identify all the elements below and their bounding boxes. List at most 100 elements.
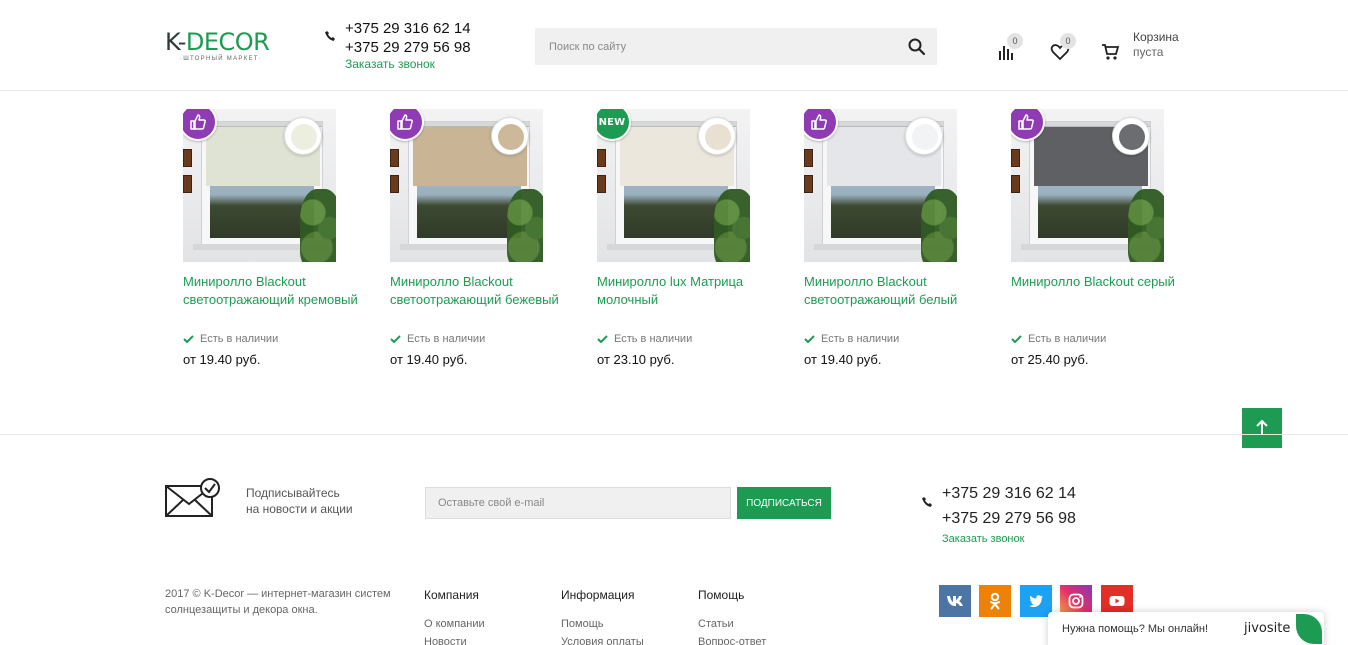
cart-button[interactable] (1099, 40, 1125, 66)
footer-callback-link[interactable]: Заказать звонок (942, 531, 1076, 547)
product-photo-picture (390, 149, 399, 167)
wishlist-button[interactable]: 0 (1048, 33, 1076, 66)
product-list: Миниролло Blackout светоотражающий кремо… (0, 91, 1348, 434)
footer-link[interactable]: Условия оплаты (561, 633, 644, 645)
logo[interactable]: K-DECOR ·ШТОРНЫЙ МАРКЕТ· (165, 28, 277, 68)
thumbs-up-icon (190, 114, 206, 130)
footer-column-company: Компания О компании Новости (424, 587, 485, 645)
product-photo-picture (804, 149, 813, 167)
stock-status: Есть в наличии (1011, 333, 1106, 345)
footer-link[interactable]: О компании (424, 615, 485, 633)
chat-widget[interactable]: Нужна помощь? Мы онлайн! jivosite (1048, 612, 1324, 645)
product-name-link[interactable]: Миниролло Blackout светоотражающий белый (804, 273, 984, 309)
product-photo-picture (183, 149, 192, 167)
logo-wordmark: K-DECOR (165, 28, 277, 56)
product-price: от 19.40 руб. (804, 352, 882, 367)
phone-icon (922, 497, 932, 507)
logo-decor: DECOR (185, 28, 270, 56)
vk-icon (947, 596, 963, 606)
footer-link[interactable]: Статьи (698, 615, 766, 633)
stock-status: Есть в наличии (597, 333, 692, 345)
product-name-link[interactable]: Миниролло lux Матрица молочный (597, 273, 777, 309)
header: K-DECOR ·ШТОРНЫЙ МАРКЕТ· +375 29 316 62 … (0, 0, 1348, 91)
product-price: от 25.40 руб. (1011, 352, 1089, 367)
subscribe-text: Подписывайтесь на новости и акции (246, 485, 353, 517)
logo-tagline: ·ШТОРНЫЙ МАРКЕТ· (179, 56, 263, 62)
instagram-icon (1068, 593, 1084, 609)
odnoklassniki-button[interactable] (979, 585, 1011, 617)
subscribe-line-2: на новости и акции (246, 502, 353, 516)
product-photo-plant (1128, 189, 1164, 262)
check-icon (1011, 335, 1022, 344)
email-field[interactable] (425, 487, 731, 519)
check-icon (183, 335, 194, 344)
search-icon[interactable] (907, 37, 927, 57)
product-name-link[interactable]: Миниролло Blackout серый (1011, 273, 1191, 291)
product-name-link[interactable]: Миниролло Blackout светоотражающий бежев… (390, 273, 570, 309)
subscribe-button[interactable]: Подписаться (737, 487, 831, 519)
fabric-swatch (491, 117, 529, 155)
fabric-swatch-color (912, 124, 938, 150)
fabric-swatch (1112, 117, 1150, 155)
jivosite-leaf-icon (1296, 614, 1322, 644)
product-price: от 19.40 руб. (183, 352, 261, 367)
cart-status[interactable]: Корзина пуста (1133, 30, 1179, 60)
product-photo-picture (597, 149, 606, 167)
product-image[interactable] (804, 109, 957, 262)
header-callback-link[interactable]: Заказать звонок (345, 57, 495, 72)
stock-label: Есть в наличии (407, 333, 486, 345)
logo-k: K- (165, 28, 186, 56)
product-price: от 23.10 руб. (597, 352, 675, 367)
fabric-swatch-color (705, 124, 731, 150)
cart-label: Корзина (1133, 30, 1179, 44)
footer-link[interactable]: Вопрос-ответ (698, 633, 766, 645)
footer-divider (0, 434, 1348, 435)
vk-button[interactable] (939, 585, 971, 617)
odnoklassniki-icon (990, 592, 1000, 610)
footer-column-title: Помощь (698, 588, 745, 602)
wishlist-count-badge: 0 (1060, 33, 1076, 49)
fabric-swatch-color (291, 124, 317, 150)
header-phone-2[interactable]: +375 29 279 56 98 (345, 38, 495, 57)
footer-phone-1[interactable]: +375 29 316 62 14 (942, 481, 1076, 506)
twitter-button[interactable] (1020, 585, 1052, 617)
stock-status: Есть в наличии (183, 333, 278, 345)
check-icon (597, 335, 608, 344)
footer-column-title: Компания (424, 588, 479, 602)
product-image[interactable] (390, 109, 543, 262)
thumbs-up-icon (811, 114, 827, 130)
subscribe-line-1: Подписывайтесь (246, 486, 340, 500)
cart-empty-label: пуста (1133, 45, 1164, 59)
stock-label: Есть в наличии (1028, 333, 1107, 345)
compare-button[interactable]: 0 (995, 33, 1023, 66)
youtube-icon (1109, 596, 1125, 606)
footer-column-title: Информация (561, 588, 635, 602)
footer-link[interactable]: Помощь (561, 615, 644, 633)
check-icon (804, 335, 815, 344)
product-image[interactable] (1011, 109, 1164, 262)
product-name-link[interactable]: Миниролло Blackout светоотражающий кремо… (183, 273, 363, 309)
product-photo-picture (183, 175, 192, 193)
fabric-swatch-color (1119, 124, 1145, 150)
cart-icon (1102, 44, 1120, 60)
product-image[interactable] (183, 109, 336, 262)
stock-label: Есть в наличии (821, 333, 900, 345)
product-photo-plant (714, 189, 750, 262)
fabric-swatch (905, 117, 943, 155)
footer-phone-2[interactable]: +375 29 279 56 98 (942, 506, 1076, 531)
product-photo-picture (1011, 149, 1020, 167)
footer-column-help: Помощь Статьи Вопрос-ответ (698, 587, 766, 645)
phone-icon (325, 31, 335, 41)
header-phone-1[interactable]: +375 29 316 62 14 (345, 19, 495, 38)
footer-contacts: +375 29 316 62 14 +375 29 279 56 98 Зака… (942, 481, 1076, 547)
fabric-swatch (284, 117, 322, 155)
footer-link[interactable]: Новости (424, 633, 485, 645)
fabric-swatch-color (498, 124, 524, 150)
product-photo-picture (390, 175, 399, 193)
scroll-to-top-button[interactable] (1242, 408, 1282, 448)
search-input[interactable] (535, 28, 895, 65)
product-image[interactable]: NEW (597, 109, 750, 262)
stock-label: Есть в наличии (614, 333, 693, 345)
fabric-swatch (698, 117, 736, 155)
product-price: от 19.40 руб. (390, 352, 468, 367)
